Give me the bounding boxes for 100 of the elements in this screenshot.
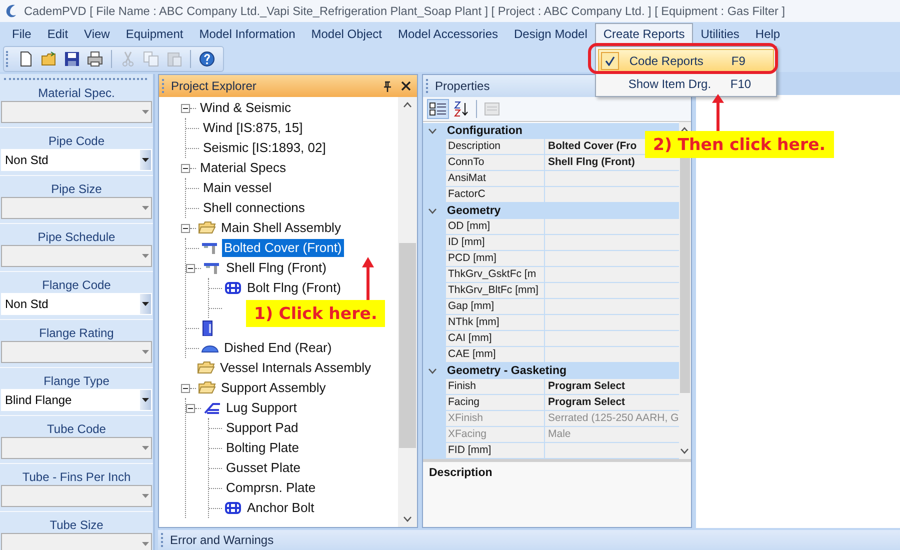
grip-handle[interactable]	[4, 78, 147, 80]
menu-entry[interactable]: Code Reports F9	[598, 49, 774, 72]
property-name: AnsiMat	[446, 171, 545, 186]
property-name: NThk [mm]	[446, 315, 545, 330]
property-value[interactable]: Program Select	[545, 379, 626, 394]
menu-item[interactable]: Utilities	[692, 23, 748, 45]
property-name: ThkGrv_GsktFc [m	[446, 267, 545, 282]
tree-item[interactable]: Support Assembly	[219, 379, 328, 397]
property-name: Facing	[446, 395, 545, 410]
menu-item[interactable]: Design Model	[506, 23, 596, 45]
property-name: CAE [mm]	[446, 347, 545, 362]
arrow	[362, 257, 374, 300]
scroll-down-icon[interactable]	[403, 516, 412, 522]
dropdown-field[interactable]: Non Std	[1, 293, 152, 315]
tree-item[interactable]: Main vessel	[201, 179, 274, 197]
pin-icon[interactable]	[382, 80, 392, 92]
tree-item[interactable]: Lug Support	[224, 399, 299, 417]
bolt-grid-icon	[224, 280, 242, 296]
description-title: Description	[429, 467, 494, 479]
categorized-view-icon[interactable]	[427, 99, 449, 119]
tree-item[interactable]: Gusset Plate	[224, 459, 302, 477]
tree-item[interactable]: Wind [IS:875, 15]	[201, 119, 305, 137]
grip-handle[interactable]	[6, 51, 10, 67]
property-name: ConnTo	[446, 155, 545, 170]
close-icon[interactable]	[401, 81, 411, 91]
expander-icon[interactable]	[181, 384, 190, 392]
tree-item[interactable]: Shell Flng (Front)	[224, 259, 328, 277]
dropdown-arrow-button[interactable]	[140, 390, 151, 410]
expander-icon[interactable]	[181, 224, 190, 232]
dropdown-arrow-button[interactable]	[140, 150, 151, 170]
menu-entry[interactable]: Show Item Drg. F10	[598, 73, 774, 94]
tree-item[interactable]: Seismic [IS:1893, 02]	[201, 139, 328, 157]
tree-item[interactable]: Main Shell Assembly	[219, 219, 343, 237]
scrollbar[interactable]	[398, 97, 417, 527]
expander-icon[interactable]	[181, 164, 190, 172]
caret-icon	[142, 350, 148, 354]
grip-handle[interactable]	[426, 79, 430, 93]
tree-item[interactable]: Vessel Internals Assembly	[218, 359, 374, 377]
tree-item[interactable]: Shell connections	[201, 199, 307, 217]
category-row[interactable]: Geometry	[423, 203, 679, 219]
sort-icon[interactable]	[452, 100, 470, 118]
printer-icon[interactable]	[85, 49, 105, 69]
caret-icon	[142, 542, 148, 546]
help-icon[interactable]	[197, 49, 217, 69]
property-name: Description	[446, 139, 545, 154]
property-value[interactable]: Shell Flng (Front)	[545, 155, 635, 170]
field-label: Pipe Code	[47, 133, 106, 149]
menu-item[interactable]: Model Accessories	[390, 23, 506, 45]
caret-icon	[142, 254, 148, 258]
tree-item[interactable]: Support Pad	[224, 419, 300, 437]
expander-icon[interactable]	[186, 264, 195, 272]
chevron-icon[interactable]	[428, 368, 437, 374]
property-value[interactable]: Bolted Cover (Fro	[545, 139, 637, 154]
callout-tooltip: 2) Then click here.	[645, 131, 834, 158]
lug-support-icon	[203, 400, 221, 416]
tree-item[interactable]: Material Specs	[198, 159, 288, 177]
property-name: Finish	[446, 379, 545, 394]
field-label: Flange Code	[41, 277, 112, 293]
menu-item[interactable]: Model Information	[191, 23, 304, 45]
menu-item[interactable]: Help	[747, 23, 788, 45]
tree-item[interactable]: Bolted Cover (Front)	[222, 239, 344, 257]
scroll-up-icon[interactable]	[680, 127, 690, 133]
menu-item[interactable]: Edit	[39, 23, 76, 45]
expander-icon[interactable]	[181, 104, 190, 112]
chevron-icon[interactable]	[428, 128, 437, 134]
property-value[interactable]: Program Select	[545, 395, 626, 410]
tree-item[interactable]: Dished End (Rear)	[222, 339, 334, 357]
property-name: OD [mm]	[446, 219, 545, 234]
field-label: Tube - Fins Per Inch	[21, 469, 132, 485]
caret-icon	[142, 446, 148, 450]
scroll-thumb[interactable]	[399, 243, 416, 448]
app-logo-icon	[4, 3, 18, 19]
arrow	[712, 94, 724, 131]
menu-item[interactable]: File	[4, 23, 40, 45]
property-name: CAI [mm]	[446, 331, 545, 346]
category-row[interactable]: Configuration	[423, 123, 679, 139]
property-name: PCD [mm]	[446, 251, 545, 266]
menu-item[interactable]: View	[76, 23, 118, 45]
caret-icon	[142, 158, 149, 162]
scroll-up-icon[interactable]	[403, 102, 412, 108]
dropdown-field[interactable]: Blind Flange	[1, 389, 152, 411]
field-label: Tube Code	[46, 421, 107, 437]
dropdown-field[interactable]: Non Std	[1, 149, 152, 171]
expander-icon[interactable]	[186, 404, 195, 412]
category-row[interactable]: Geometry - Gasketing	[423, 363, 679, 379]
property-name: FID [mm]	[446, 443, 545, 458]
tree-item[interactable]: Bolt Flng (Front)	[245, 279, 343, 297]
scroll-down-icon[interactable]	[680, 448, 690, 454]
chevron-icon[interactable]	[428, 208, 437, 214]
dropdown-arrow-button[interactable]	[140, 294, 151, 314]
tree-item[interactable]: Wind & Seismic	[198, 99, 294, 117]
menu-item[interactable]: Model Object	[303, 23, 390, 45]
tree-item[interactable]: Bolting Plate	[224, 439, 301, 457]
panel-title: Error and Warnings	[170, 533, 274, 547]
tree-item[interactable]: Anchor Bolt	[245, 499, 316, 517]
menu-item[interactable]: Equipment	[118, 23, 192, 45]
tree-item[interactable]: Comprsn. Plate	[224, 479, 318, 497]
grip-handle[interactable]	[161, 533, 165, 547]
property-pages-icon[interactable]	[483, 100, 501, 118]
grip-handle[interactable]	[162, 79, 166, 93]
